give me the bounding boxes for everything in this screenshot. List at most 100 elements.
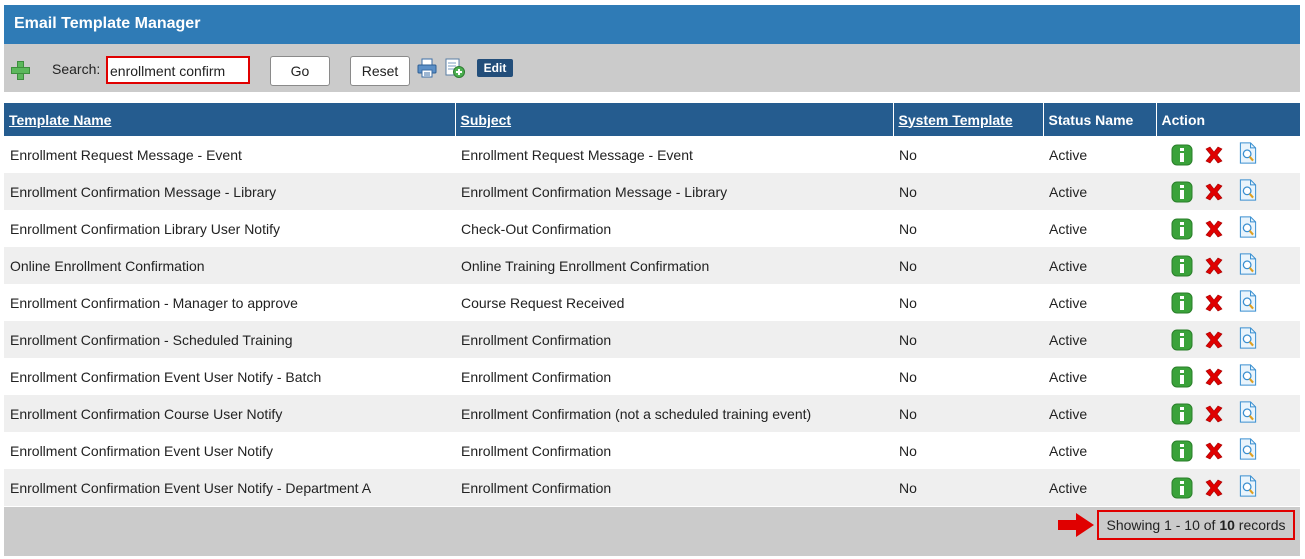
preview-icon[interactable] — [1237, 364, 1259, 386]
preview-icon[interactable] — [1237, 253, 1259, 275]
column-header-subject[interactable]: Subject — [455, 103, 894, 136]
table-footer: Showing 1 - 10 of 10 records — [4, 507, 1300, 556]
toolbar: Search: Go Reset Edit — [4, 44, 1300, 92]
action-cell — [1156, 247, 1300, 284]
subject-cell: Enrollment Confirmation — [455, 358, 893, 395]
row-actions — [1162, 469, 1294, 506]
system-template-cell: No — [893, 395, 1043, 432]
print-icon[interactable] — [417, 58, 437, 78]
delete-icon[interactable] — [1203, 366, 1225, 388]
table-row: Enrollment Confirmation Event User Notif… — [4, 469, 1300, 506]
delete-icon[interactable] — [1203, 477, 1225, 499]
table-row: Enrollment Confirmation - Scheduled Trai… — [4, 321, 1300, 358]
table-row: Enrollment Confirmation Course User Noti… — [4, 395, 1300, 432]
template-name-cell: Enrollment Confirmation - Manager to app… — [4, 284, 455, 321]
subject-cell: Course Request Received — [455, 284, 893, 321]
system-template-cell: No — [893, 284, 1043, 321]
template-name-cell: Enrollment Confirmation - Scheduled Trai… — [4, 321, 455, 358]
column-header-status-name: Status Name — [1043, 103, 1157, 136]
status-name-cell: Active — [1043, 173, 1156, 210]
delete-icon[interactable] — [1203, 218, 1225, 240]
status-name-cell: Active — [1043, 432, 1156, 469]
action-cell — [1156, 432, 1300, 469]
info-icon[interactable] — [1171, 366, 1193, 388]
subject-cell: Enrollment Confirmation Message - Librar… — [455, 173, 893, 210]
row-actions — [1162, 173, 1294, 210]
status-name-cell: Active — [1043, 469, 1156, 506]
export-icon[interactable] — [444, 57, 466, 79]
email-template-manager: Email Template Manager Search: Go Reset … — [0, 0, 1305, 559]
template-name-cell: Enrollment Confirmation Message - Librar… — [4, 173, 455, 210]
system-template-cell: No — [893, 247, 1043, 284]
delete-icon[interactable] — [1203, 181, 1225, 203]
template-name-cell: Enrollment Confirmation Event User Notif… — [4, 469, 455, 506]
template-name-cell: Enrollment Confirmation Course User Noti… — [4, 395, 455, 432]
table-row: Enrollment Request Message - Event Enroll… — [4, 136, 1300, 173]
table-row: Enrollment Confirmation Library User Not… — [4, 210, 1300, 247]
table-row: Enrollment Confirmation Event User Notif… — [4, 358, 1300, 395]
search-label: Search: — [52, 61, 101, 77]
status-name-cell: Active — [1043, 284, 1156, 321]
delete-icon[interactable] — [1203, 255, 1225, 277]
action-cell — [1156, 136, 1300, 173]
info-icon[interactable] — [1171, 144, 1193, 166]
preview-icon[interactable] — [1237, 475, 1259, 497]
search-input[interactable] — [106, 56, 250, 84]
status-name-cell: Active — [1043, 136, 1156, 173]
preview-icon[interactable] — [1237, 438, 1259, 460]
panel-header: Email Template Manager — [4, 5, 1300, 44]
delete-icon[interactable] — [1203, 144, 1225, 166]
info-icon[interactable] — [1171, 329, 1193, 351]
status-name-cell: Active — [1043, 395, 1156, 432]
column-header-system-template[interactable]: System Template — [893, 103, 1044, 136]
preview-icon[interactable] — [1237, 327, 1259, 349]
template-name-cell: Enrollment Confirmation Event User Notif… — [4, 358, 455, 395]
column-header-action: Action — [1156, 103, 1300, 136]
info-icon[interactable] — [1171, 218, 1193, 240]
action-cell — [1156, 469, 1300, 506]
info-icon[interactable] — [1171, 181, 1193, 203]
preview-icon[interactable] — [1237, 142, 1259, 164]
row-actions — [1162, 321, 1294, 358]
template-table: Template Name Subject System Template St… — [4, 103, 1300, 506]
preview-icon[interactable] — [1237, 290, 1259, 312]
action-cell — [1156, 358, 1300, 395]
info-icon[interactable] — [1171, 440, 1193, 462]
info-icon[interactable] — [1171, 292, 1193, 314]
action-cell — [1156, 173, 1300, 210]
go-button[interactable]: Go — [270, 56, 330, 86]
delete-icon[interactable] — [1203, 292, 1225, 314]
delete-icon[interactable] — [1203, 440, 1225, 462]
preview-icon[interactable] — [1237, 179, 1259, 201]
info-icon[interactable] — [1171, 477, 1193, 499]
add-icon[interactable] — [10, 60, 30, 80]
template-name-cell: Online Enrollment Confirmation — [4, 247, 455, 284]
delete-icon[interactable] — [1203, 329, 1225, 351]
row-actions — [1162, 136, 1294, 173]
subject-cell: Online Training Enrollment Confirmation — [455, 247, 893, 284]
table-row: Enrollment Confirmation Event User Notif… — [4, 432, 1300, 469]
record-count: Showing 1 - 10 of 10 records — [1097, 510, 1295, 540]
status-name-cell: Active — [1043, 247, 1156, 284]
row-actions — [1162, 284, 1294, 321]
info-icon[interactable] — [1171, 255, 1193, 277]
info-icon[interactable] — [1171, 403, 1193, 425]
table-row: Enrollment Confirmation - Manager to app… — [4, 284, 1300, 321]
column-header-template-name[interactable]: Template Name — [4, 103, 456, 136]
template-name-cell: Enrollment Confirmation Library User Not… — [4, 210, 455, 247]
table-row: Enrollment Confirmation Message - Librar… — [4, 173, 1300, 210]
action-cell — [1156, 321, 1300, 358]
delete-icon[interactable] — [1203, 403, 1225, 425]
subject-cell: Enrollment Confirmation — [455, 321, 893, 358]
reset-button[interactable]: Reset — [350, 56, 410, 86]
row-actions — [1162, 358, 1294, 395]
status-name-cell: Active — [1043, 358, 1156, 395]
action-cell — [1156, 395, 1300, 432]
edit-button[interactable]: Edit — [477, 59, 513, 77]
system-template-cell: No — [893, 358, 1043, 395]
status-name-cell: Active — [1043, 210, 1156, 247]
arrow-right-icon — [1058, 513, 1094, 537]
action-cell — [1156, 284, 1300, 321]
preview-icon[interactable] — [1237, 401, 1259, 423]
preview-icon[interactable] — [1237, 216, 1259, 238]
